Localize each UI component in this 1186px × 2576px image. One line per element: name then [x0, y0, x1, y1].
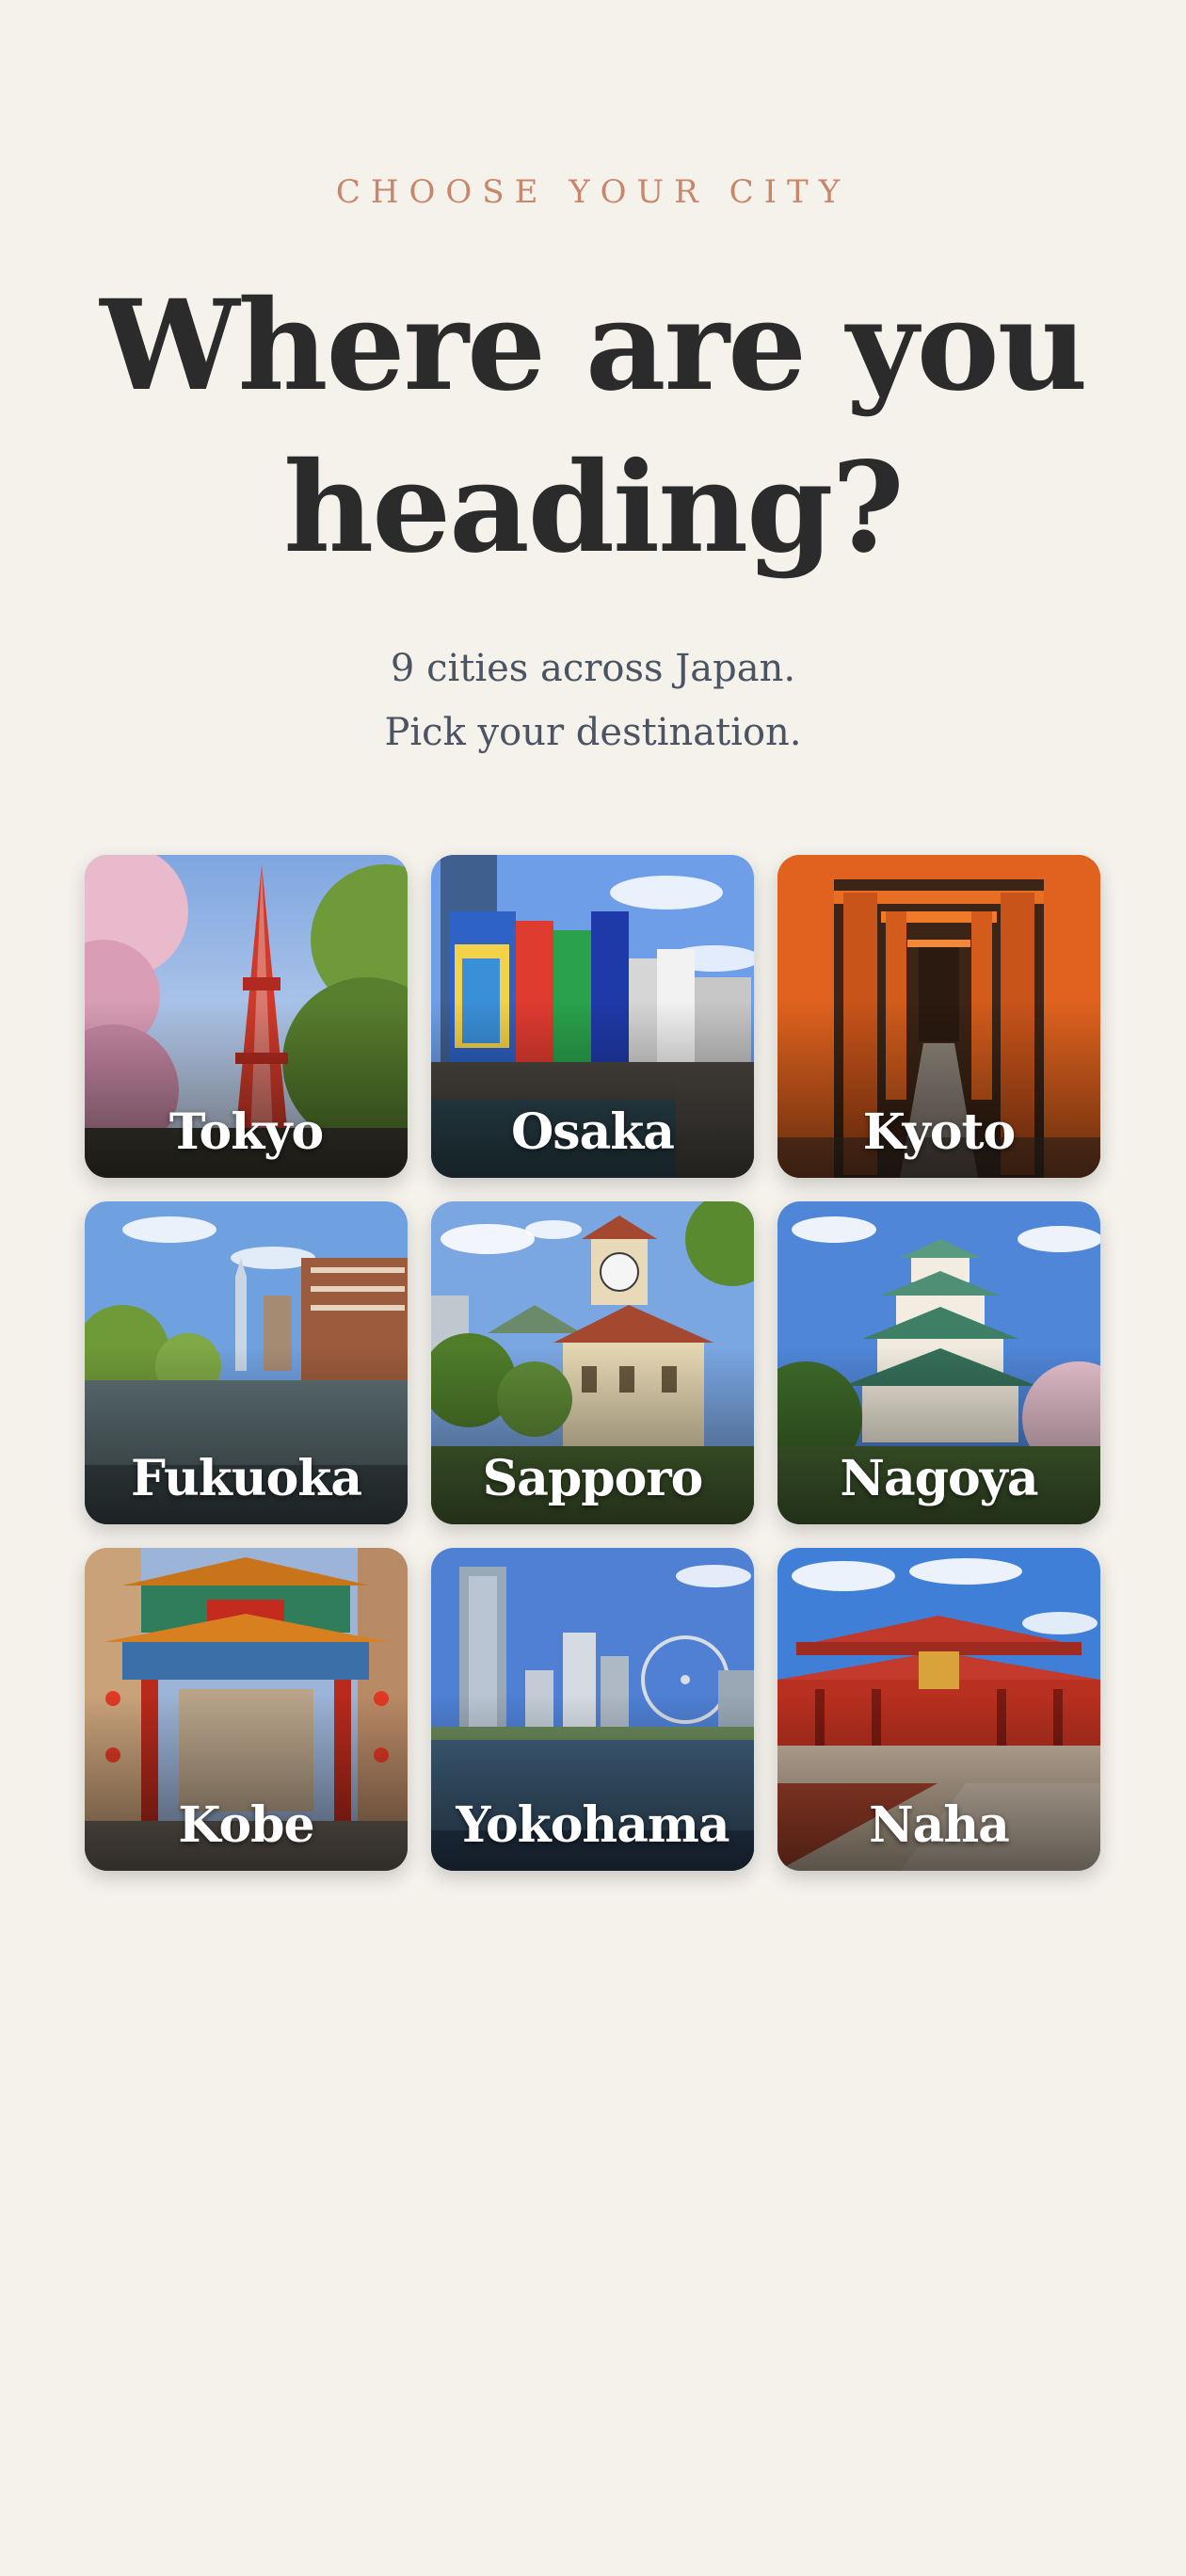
- city-card-fukuoka[interactable]: Fukuoka: [85, 1201, 408, 1524]
- subtitle-line-2: Pick your destination.: [384, 711, 802, 754]
- city-card-kyoto[interactable]: Kyoto: [777, 855, 1100, 1178]
- city-label: Sapporo: [482, 1450, 704, 1507]
- city-card-yokohama[interactable]: Yokohama: [431, 1548, 754, 1871]
- city-card-tokyo[interactable]: Tokyo: [85, 855, 408, 1178]
- city-card-naha[interactable]: Naha: [777, 1548, 1100, 1871]
- page-title: Where are you heading?: [100, 273, 1087, 581]
- city-label: Naha: [869, 1796, 1010, 1854]
- city-label: Yokohama: [456, 1796, 729, 1854]
- city-label: Nagoya: [840, 1450, 1038, 1507]
- city-label: Osaka: [511, 1103, 675, 1161]
- city-card-osaka[interactable]: Osaka: [431, 855, 754, 1178]
- city-label: Kobe: [178, 1796, 314, 1854]
- city-grid: Tokyo Osaka Kyoto Fukuoka Sapporo Nagoya…: [85, 855, 1101, 1871]
- subtitle: 9 cities across Japan. Pick your destina…: [0, 636, 1186, 765]
- city-label: Fukuoka: [130, 1450, 362, 1507]
- city-card-sapporo[interactable]: Sapporo: [431, 1201, 754, 1524]
- eyebrow-text: CHOOSE YOUR CITY: [335, 173, 851, 211]
- city-label: Kyoto: [862, 1103, 1016, 1161]
- city-card-nagoya[interactable]: Nagoya: [777, 1201, 1100, 1524]
- subtitle-line-1: 9 cities across Japan.: [390, 647, 796, 690]
- city-card-kobe[interactable]: Kobe: [85, 1548, 408, 1871]
- city-label: Tokyo: [168, 1103, 324, 1161]
